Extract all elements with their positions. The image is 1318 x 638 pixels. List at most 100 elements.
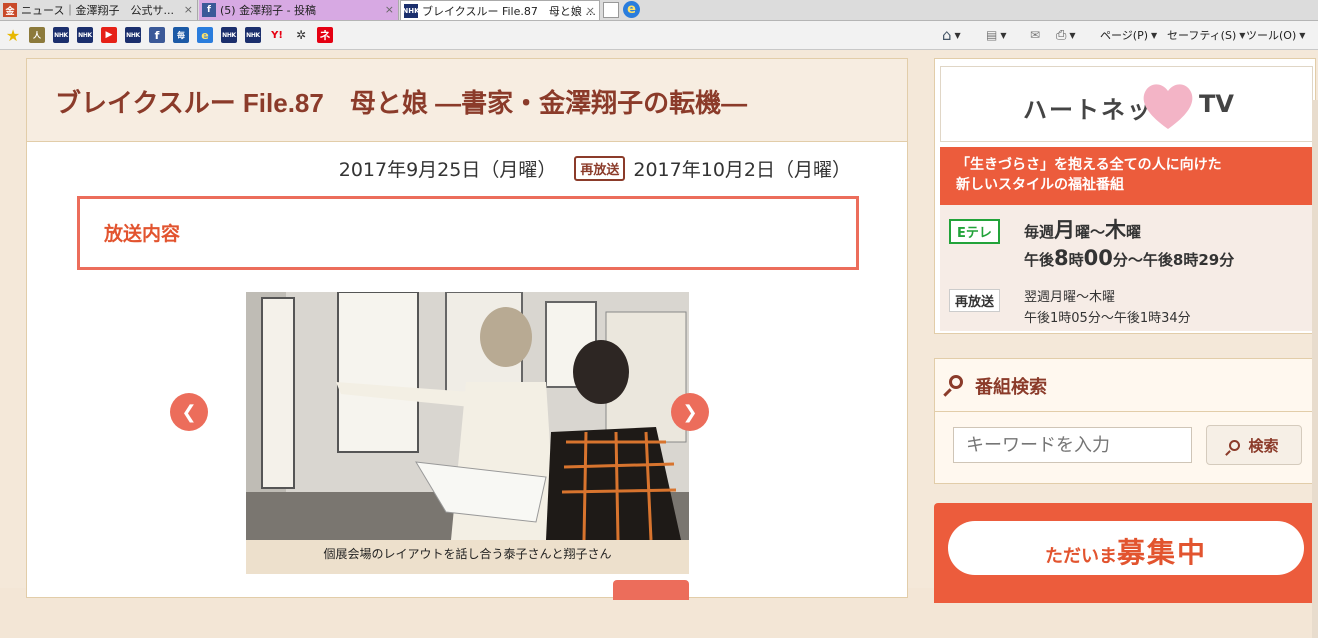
schedule-text: 午後: [1024, 251, 1055, 269]
tab-label: ブレイクスルー File.87 母と娘 ...: [422, 4, 596, 18]
nhk-icon[interactable]: NHK: [77, 27, 93, 43]
rerun-badge: 再放送: [949, 289, 1001, 312]
schedule-text: 曜～: [1075, 223, 1106, 241]
yahoo-icon[interactable]: Y!: [269, 27, 285, 43]
etele-channel-badge: Eテレ: [949, 219, 1000, 244]
rerun-line: 翌週月曜～木曜: [1024, 290, 1116, 305]
schedule-box: Eテレ 毎週月曜～木曜 午後8時00分～午後8時29分 再放送 翌週月曜～木曜 …: [940, 205, 1313, 331]
tab-breakthrough[interactable]: NHK ブレイクスルー File.87 母と娘 ... ×: [400, 0, 600, 20]
browser-tab-bar: 金 ニュース｜金澤翔子 公式サ... × f (5) 金澤翔子 - 投稿 × N…: [0, 0, 1318, 21]
search-button-label: 検索: [1248, 436, 1279, 455]
tab-label: ニュース｜金澤翔子 公式サ...: [21, 4, 174, 17]
chevron-down-icon: ▼: [954, 30, 961, 40]
schedule-rerun: 翌週月曜～木曜 午後1時05分～午後1時34分: [1024, 287, 1191, 329]
recruit-text: ただいま募集中: [948, 531, 1304, 571]
home-icon: ⌂: [942, 26, 952, 44]
slide-caption: 個展会場のレイアウトを話し合う泰子さんと翔子さん: [246, 540, 689, 574]
mail-icon: ✉: [1030, 28, 1041, 42]
chevron-down-icon: ▼: [1069, 30, 1076, 40]
print-button[interactable]: ⎙ ▼: [1056, 26, 1076, 44]
close-icon[interactable]: ×: [586, 4, 595, 17]
ne-site-icon[interactable]: ネ: [317, 27, 333, 43]
search-icon: [949, 375, 963, 389]
image-slider: 個展会場のレイアウトを話し合う泰子さんと翔子さん: [246, 292, 689, 574]
chevron-down-icon: ▼: [1151, 30, 1158, 40]
favorites-star-icon[interactable]: ★: [5, 26, 21, 45]
tagline-line: 新しいスタイルの福祉番組: [956, 177, 1124, 193]
internet-explorer-icon[interactable]: e: [623, 1, 640, 18]
favorite-site-icon[interactable]: 人: [29, 27, 45, 43]
tab-news[interactable]: 金 ニュース｜金澤翔子 公式サ... ×: [0, 0, 198, 20]
schedule-text: 月: [1054, 218, 1076, 242]
schedule-text: 分～午後8時29分: [1112, 251, 1235, 269]
schedule-times: 午後8時00分～午後8時29分: [1024, 245, 1234, 273]
internet-explorer-icon[interactable]: e: [197, 27, 213, 43]
mainichi-icon[interactable]: 毎: [173, 27, 189, 43]
more-button[interactable]: [613, 580, 689, 600]
scrollbar[interactable]: [1312, 100, 1318, 638]
tab-label: (5) 金澤翔子 - 投稿: [220, 4, 317, 17]
title-band: ブレイクスルー File.87 母と娘 ―書家・金澤翔子の転機―: [27, 59, 907, 142]
safety-menu[interactable]: セーフティ(S) ▼: [1167, 26, 1245, 44]
tweet-icon[interactable]: ✲: [293, 27, 309, 43]
prev-slide-button[interactable]: ❮: [170, 393, 208, 431]
broadcast-dates: 2017年9月25日（月曜） 再放送 2017年10月2日（月曜）: [339, 155, 851, 182]
rerun-date: 2017年10月2日（月曜）: [633, 159, 851, 181]
nhk-icon[interactable]: NHK: [221, 27, 237, 43]
page-title: ブレイクスルー File.87 母と娘 ―書家・金澤翔子の転機―: [55, 88, 748, 118]
slide-photo: [246, 292, 689, 541]
safety-menu-label: セーフティ(S): [1167, 29, 1237, 42]
heartnet-logo[interactable]: ハートネット TV: [940, 66, 1313, 142]
close-icon[interactable]: ×: [385, 3, 394, 16]
rerun-line: 午後1時05分～午後1時34分: [1024, 311, 1191, 326]
tools-menu-label: ツール(O): [1246, 29, 1297, 42]
schedule-text: 00: [1083, 246, 1113, 270]
nhk-icon[interactable]: NHK: [245, 27, 261, 43]
heartnet-tv-card[interactable]: ハートネット TV 「生きづらさ」を抱える全ての人に向けた 新しいスタイルの福祉…: [934, 58, 1316, 334]
recruit-banner[interactable]: ただいま募集中: [934, 503, 1316, 603]
search-heading: 番組検索: [935, 359, 1315, 412]
nhk-icon[interactable]: NHK: [125, 27, 141, 43]
site-favicon-icon: 金: [3, 3, 17, 17]
schedule-text: 木: [1105, 218, 1127, 242]
close-icon[interactable]: ×: [184, 3, 193, 16]
schedule-primary: 毎週月曜～木曜 午後8時00分～午後8時29分: [1024, 217, 1234, 273]
favorites-bar: ★ 人 NHK NHK ▶ NHK f 毎 e NHK NHK Y! ✲ ネ ⌂…: [0, 21, 1318, 50]
tagline-line: 「生きづらさ」を抱える全ての人に向けた: [956, 157, 1222, 173]
rss-icon: ▤: [986, 28, 998, 42]
search-heading-label: 番組検索: [975, 377, 1047, 398]
tools-menu[interactable]: ツール(O) ▼: [1246, 26, 1305, 44]
photo-illustration: [246, 292, 689, 541]
home-button[interactable]: ⌂ ▼: [942, 26, 961, 44]
schedule-text: 時: [1068, 251, 1084, 269]
schedule-text: 8: [1054, 246, 1069, 270]
heart-icon: [1143, 84, 1193, 129]
next-slide-button[interactable]: ❯: [671, 393, 709, 431]
youtube-icon[interactable]: ▶: [101, 27, 117, 43]
recruit-pill: ただいま募集中: [948, 521, 1304, 575]
search-button[interactable]: 検索: [1206, 425, 1302, 465]
tab-facebook[interactable]: f (5) 金澤翔子 - 投稿 ×: [199, 0, 399, 20]
nhk-icon: NHK: [402, 3, 420, 18]
nhk-icon[interactable]: NHK: [53, 27, 69, 43]
page-menu[interactable]: ページ(P) ▼: [1100, 26, 1157, 44]
recruit-small-text: ただいま: [1044, 546, 1117, 567]
main-content: ブレイクスルー File.87 母と娘 ―書家・金澤翔子の転機― 2017年9月…: [26, 58, 908, 600]
schedule-days: 毎週月曜～木曜: [1024, 217, 1234, 245]
broadcast-date: 2017年9月25日（月曜）: [338, 159, 557, 181]
feeds-button[interactable]: ▤ ▼: [986, 26, 1007, 44]
search-input[interactable]: [953, 427, 1192, 463]
chevron-down-icon: ▼: [1239, 30, 1246, 40]
schedule-text: 毎週: [1024, 223, 1055, 241]
section-title: 放送内容: [104, 223, 181, 245]
logo-tv-text: TV: [1199, 90, 1234, 118]
mail-button[interactable]: ✉: [1030, 26, 1040, 44]
new-tab-icon[interactable]: [603, 2, 619, 18]
chevron-down-icon: ▼: [1299, 30, 1306, 40]
page-viewport: ブレイクスルー File.87 母と娘 ―書家・金澤翔子の転機― 2017年9月…: [0, 50, 1318, 638]
schedule-text: 曜: [1126, 223, 1142, 241]
chevron-down-icon: ▼: [1000, 30, 1007, 40]
facebook-icon[interactable]: f: [149, 27, 165, 43]
program-tagline: 「生きづらさ」を抱える全ての人に向けた 新しいスタイルの福祉番組: [940, 147, 1313, 205]
search-icon: [1229, 439, 1241, 451]
